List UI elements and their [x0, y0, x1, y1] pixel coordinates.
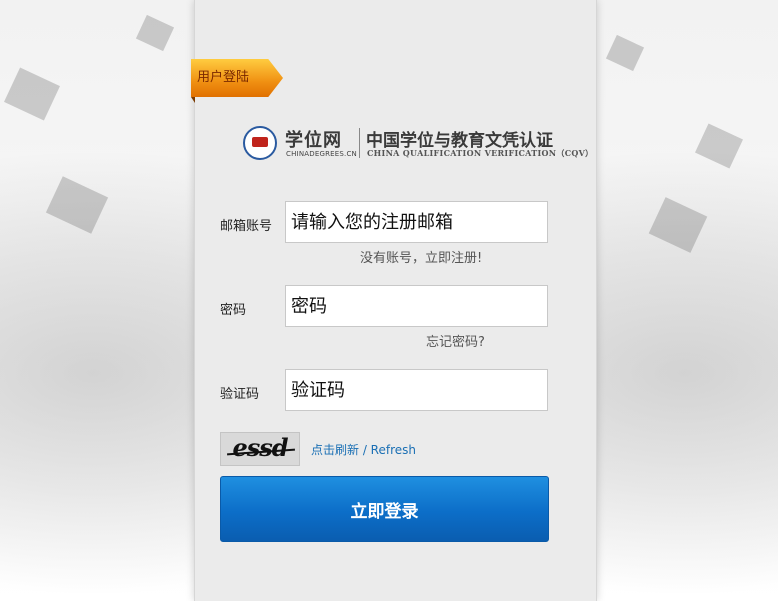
- forgot-password-link[interactable]: 忘记密码?: [426, 331, 485, 350]
- graduation-cap-shape: [695, 123, 743, 169]
- login-button[interactable]: 立即登录: [220, 476, 549, 542]
- email-input[interactable]: [285, 201, 548, 243]
- password-input[interactable]: [285, 285, 548, 327]
- login-panel: 用户登陆 学位网 CHINADEGREES.CN 中国学位与教育文凭认证 CHI…: [191, 0, 597, 601]
- ribbon-fold: [191, 97, 195, 103]
- captcha-image[interactable]: essd: [220, 432, 300, 466]
- logo-title-en: CHINA QUALIFICATION VERIFICATION（CQV）: [367, 148, 594, 158]
- site-logo: 学位网 CHINADEGREES.CN 中国学位与教育文凭认证 CHINA QU…: [243, 124, 593, 162]
- graduation-cap-shape: [4, 67, 60, 121]
- graduation-cap-shape: [45, 176, 109, 234]
- logo-name: 学位网: [285, 130, 342, 151]
- seal-icon: [243, 126, 277, 160]
- password-label: 密码: [220, 303, 247, 318]
- graduation-cap-shape: [605, 34, 645, 72]
- captcha-label: 验证码: [220, 387, 260, 402]
- graduation-cap-shape: [135, 14, 175, 52]
- graduation-cap-shape: [648, 197, 708, 253]
- refresh-captcha-link[interactable]: 点击刷新 / Refresh: [311, 441, 416, 458]
- logo-domain: CHINADEGREES.CN: [286, 150, 357, 158]
- email-label: 邮箱账号: [220, 219, 273, 234]
- captcha-input[interactable]: [285, 369, 548, 411]
- register-link[interactable]: 没有账号，立即注册!: [360, 247, 482, 266]
- logo-divider: [359, 128, 360, 158]
- user-login-ribbon: 用户登陆: [191, 59, 283, 97]
